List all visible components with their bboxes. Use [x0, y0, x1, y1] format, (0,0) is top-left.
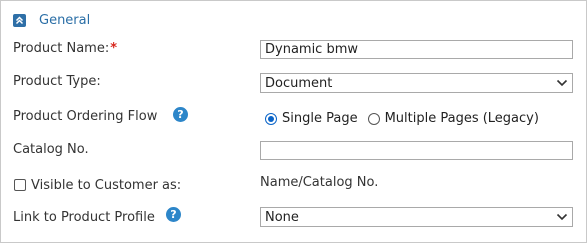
section-header[interactable]: General	[13, 11, 90, 29]
catalog-no-input[interactable]	[260, 141, 573, 160]
product-type-select[interactable]: Document	[260, 73, 573, 93]
chevron-down-icon	[556, 213, 568, 221]
help-icon[interactable]: ?	[173, 107, 188, 122]
help-icon[interactable]: ?	[166, 207, 181, 222]
chevron-up-icon[interactable]	[13, 13, 26, 27]
product-profile-label: Link to Product Profile	[13, 210, 155, 225]
general-panel: General Product Name:* Product Type: Doc…	[0, 0, 587, 243]
visible-to-customer-checkbox[interactable]	[14, 179, 26, 191]
product-profile-selected: None	[265, 209, 299, 225]
catalog-no-label: Catalog No.	[13, 142, 89, 157]
product-name-label-text: Product Name:	[13, 41, 110, 56]
visible-to-customer-label[interactable]: Visible to Customer as:	[31, 178, 181, 193]
radio-multiple-pages[interactable]	[367, 112, 380, 125]
required-mark: *	[110, 41, 118, 56]
product-profile-select[interactable]: None	[260, 207, 573, 227]
product-type-label: Product Type:	[13, 74, 101, 89]
radio-single-page-label[interactable]: Single Page	[282, 111, 358, 126]
product-name-label: Product Name:*	[13, 41, 117, 56]
section-title: General	[39, 12, 91, 28]
radio-multiple-pages-label[interactable]: Multiple Pages (Legacy)	[385, 111, 539, 126]
ordering-flow-radio-group: Single Page Multiple Pages (Legacy)	[265, 111, 549, 126]
visible-to-customer-value: Name/Catalog No.	[260, 175, 379, 190]
ordering-flow-label: Product Ordering Flow	[13, 109, 158, 124]
product-type-selected: Document	[265, 75, 333, 91]
radio-single-page[interactable]	[265, 112, 277, 125]
chevron-down-icon	[556, 79, 568, 87]
product-name-input[interactable]	[260, 40, 573, 59]
